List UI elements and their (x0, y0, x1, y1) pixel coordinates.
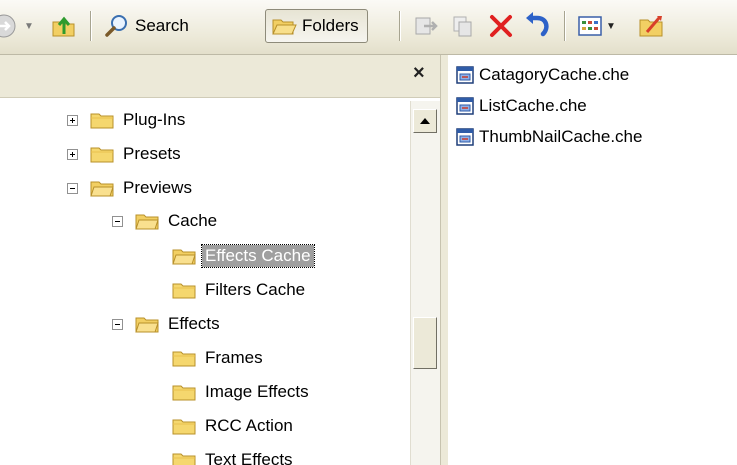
tree-item-presets[interactable]: Presets (67, 138, 184, 170)
folder-icon (172, 453, 196, 465)
copy-to-button[interactable] (450, 10, 478, 42)
cache-file-icon (456, 97, 474, 115)
file-item[interactable]: ThumbNailCache.che (456, 124, 642, 150)
file-list-pane: CatagoryCache.che ListCache.che ThumbNai… (448, 55, 737, 465)
tree-item-label: Filters Cache (205, 280, 306, 299)
expand-plus-icon[interactable] (67, 114, 78, 126)
forward-arrow-icon (0, 14, 16, 38)
tree-item-label-selected: Effects Cache (201, 244, 315, 268)
views-icon (578, 16, 602, 36)
folder-icon (172, 351, 196, 367)
collapse-minus-icon[interactable] (112, 215, 123, 227)
views-button[interactable]: ▼ (577, 10, 616, 42)
tree-scrollbar[interactable] (410, 101, 441, 465)
tree-item-label: Cache (168, 211, 218, 230)
collapse-minus-icon[interactable] (67, 182, 78, 194)
folder-tree: Plug-Ins Presets Previews Cache Effects … (0, 101, 410, 465)
tree-item-filters-cache[interactable]: Filters Cache (172, 274, 308, 306)
tree-item-label: RCC Action (205, 416, 293, 435)
tree-item-effects[interactable]: Effects (112, 308, 223, 340)
folder-icon (172, 283, 196, 299)
tree-item-rcc-action[interactable]: RCC Action (172, 410, 296, 442)
file-item[interactable]: ListCache.che (456, 93, 587, 119)
cache-file-icon (456, 66, 474, 84)
folder-icon (172, 385, 196, 401)
up-folder-button[interactable] (50, 10, 78, 42)
delete-button[interactable] (487, 10, 515, 42)
tree-item-label: Image Effects (205, 382, 309, 401)
cache-file-icon (456, 128, 474, 146)
expand-plus-icon[interactable] (67, 148, 78, 160)
tree-item-label: Previews (123, 178, 192, 197)
move-to-icon (415, 17, 438, 35)
toolbar: ▼ Search Folders ▼ (0, 0, 737, 55)
tree-item-previews[interactable]: Previews (67, 172, 195, 204)
close-icon[interactable]: × (413, 62, 425, 85)
forward-button[interactable]: ▼ (0, 10, 34, 42)
tree-item-label: Presets (123, 144, 181, 163)
scroll-up-button[interactable] (413, 109, 437, 133)
tree-item-cache[interactable]: Cache (112, 205, 220, 237)
folder-icon (90, 113, 114, 129)
folder-icon (172, 419, 196, 435)
file-name: CatagoryCache.che (479, 65, 630, 84)
search-icon (105, 15, 127, 37)
scrollbar-thumb[interactable] (413, 317, 437, 369)
tree-item-label: Text Effects (205, 450, 293, 465)
folder-open-icon (135, 214, 159, 230)
chevron-down-icon: ▼ (606, 20, 616, 32)
collapse-minus-icon[interactable] (112, 318, 123, 330)
file-item[interactable]: CatagoryCache.che (456, 62, 629, 88)
search-button[interactable]: Search (104, 10, 189, 42)
tree-item-effects-cache[interactable]: Effects Cache (172, 240, 315, 272)
folders-pane: × Plug-Ins Presets Previews Cache Effect… (0, 55, 441, 465)
scroll-up-arrow-icon (420, 118, 430, 124)
tree-item-label: Effects (168, 314, 220, 333)
folders-button[interactable]: Folders (265, 9, 368, 43)
up-folder-icon (52, 16, 75, 37)
folders-label: Folders (302, 16, 359, 35)
search-label: Search (135, 16, 189, 35)
file-name: ThumbNailCache.che (479, 127, 643, 146)
tree-item-label: Plug-Ins (123, 110, 186, 129)
folders-pane-header: × (0, 55, 440, 98)
chevron-down-icon: ▼ (24, 20, 34, 32)
toolbar-separator (90, 11, 91, 41)
folder-icon (90, 147, 114, 163)
folder-open-icon (135, 317, 159, 333)
folder-options-button[interactable] (637, 10, 665, 42)
copy-to-icon (453, 16, 472, 37)
tree-item-label: Frames (205, 348, 263, 367)
tree-item-frames[interactable]: Frames (172, 342, 266, 374)
undo-button[interactable] (523, 10, 551, 42)
move-to-button[interactable] (412, 10, 440, 42)
folder-open-icon (272, 19, 297, 35)
pane-splitter[interactable] (440, 55, 448, 465)
toolbar-separator (564, 11, 565, 41)
toolbar-separator (399, 11, 400, 41)
tree-item-plug-ins[interactable]: Plug-Ins (67, 104, 188, 136)
undo-icon (526, 12, 549, 37)
folder-options-icon (639, 16, 663, 37)
delete-icon (490, 15, 512, 37)
folder-open-icon (172, 249, 196, 265)
tree-item-image-effects[interactable]: Image Effects (172, 376, 312, 408)
folder-open-icon (90, 181, 114, 197)
tree-item-text-effects[interactable]: Text Effects (172, 444, 296, 465)
file-name: ListCache.che (479, 96, 587, 115)
